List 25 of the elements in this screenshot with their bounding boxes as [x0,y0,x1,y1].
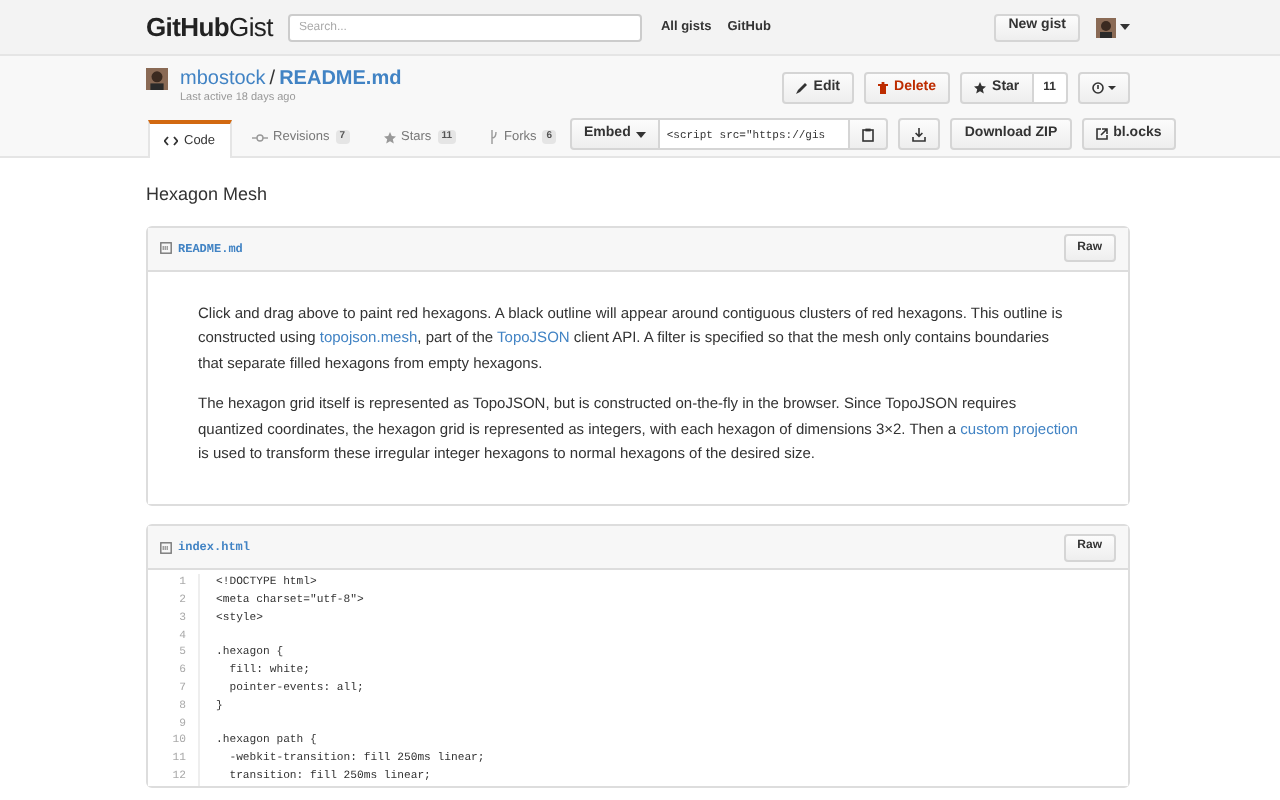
gist-description: Hexagon Mesh [146,182,270,208]
code-icon [164,136,178,146]
logo[interactable]: GitHubGist [146,7,273,47]
external-link-icon [1095,128,1108,140]
caret-icon [636,131,647,137]
avatar-icon [1096,17,1116,37]
trash-icon [878,82,889,94]
commit-icon [251,133,268,141]
clipboard-icon [862,127,875,141]
file-icon [160,541,172,554]
download-button[interactable] [898,118,941,150]
avatar-icon [146,68,168,90]
options-button[interactable] [1078,72,1130,104]
owner-link[interactable]: mbostock [180,68,266,92]
caret-icon [1120,23,1130,31]
file-icon [160,242,172,254]
separator: / [269,68,276,92]
pencil-icon [795,82,808,94]
gist-title-link[interactable]: README.md [279,68,402,92]
copy-button[interactable] [850,118,889,150]
download-icon [912,127,927,141]
options-icon [1092,82,1116,94]
fork-icon [489,130,498,144]
star-icon [383,131,396,143]
star-icon [974,82,987,94]
